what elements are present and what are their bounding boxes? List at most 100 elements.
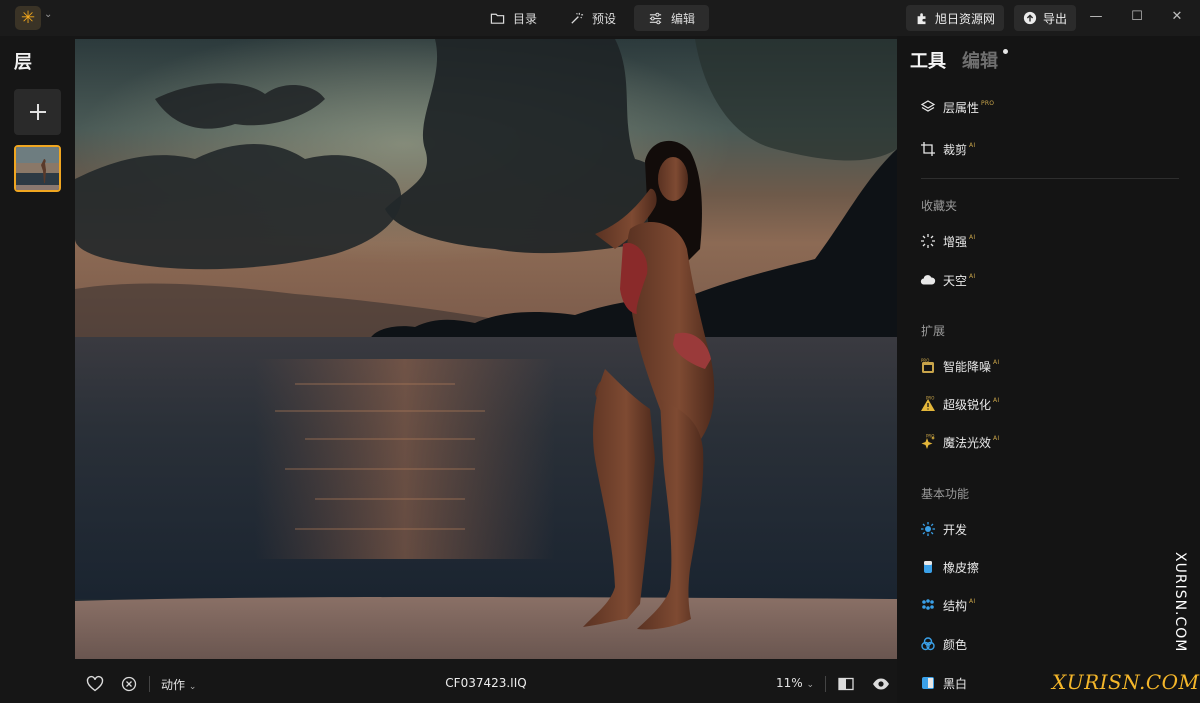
actions-label: 动作 <box>161 678 186 692</box>
tab-edit[interactable]: 编辑 <box>634 5 710 31</box>
puzzle-icon <box>917 13 926 25</box>
tool-sky-label: 天空 <box>943 273 968 288</box>
tab-catalog-label: 目录 <box>513 11 538 26</box>
eraser-icon <box>919 559 936 576</box>
tab-catalog[interactable]: 目录 <box>476 5 551 31</box>
magic-light-pro-icon: PRO <box>919 434 936 451</box>
denoise-pro-icon: PRO <box>919 358 936 375</box>
color-circles-icon <box>919 636 936 653</box>
tool-enhance-label: 增强 <box>943 234 968 249</box>
vertical-watermark: XURISN.COM <box>1172 552 1188 653</box>
tool-smart-denoise[interactable]: PRO 智能降噪 AI <box>919 355 1000 377</box>
ai-badge: AI <box>993 434 1000 442</box>
divider <box>921 178 1179 179</box>
ai-badge: AI <box>969 597 976 605</box>
tool-eraser[interactable]: 橡皮擦 <box>919 556 979 578</box>
sparkle-burst-icon <box>919 233 936 250</box>
export-button[interactable]: 导出 <box>1014 5 1077 31</box>
chevron-down-icon: ⌄ <box>188 682 197 692</box>
tool-color[interactable]: 颜色 <box>919 633 967 655</box>
black-white-icon <box>919 675 936 692</box>
chevron-down-icon[interactable]: ⌄ <box>44 9 52 20</box>
tool-color-label: 颜色 <box>943 637 968 652</box>
tool-develop[interactable]: 开发 <box>919 518 967 540</box>
compare-icon[interactable] <box>837 675 855 693</box>
svg-text:PRO: PRO <box>926 434 934 439</box>
plus-icon <box>29 104 46 120</box>
close-button[interactable]: ✕ <box>1165 7 1189 27</box>
maximize-button[interactable]: ☐ <box>1125 7 1149 27</box>
tab-edit-label: 编辑 <box>671 11 696 26</box>
zoom-dropdown[interactable]: 11% ⌄ <box>776 676 814 690</box>
tool-structure-label: 结构 <box>943 598 968 613</box>
layer-thumbnail-image <box>16 147 59 190</box>
heart-icon[interactable] <box>86 675 104 693</box>
sliders-icon <box>649 12 662 24</box>
tool-smart-denoise-label: 智能降噪 <box>943 359 992 374</box>
pro-badge: PRO <box>981 99 995 107</box>
site-watermark-logo: XURISN.COM <box>1052 670 1200 694</box>
tab-tools[interactable]: 工具 <box>910 47 946 73</box>
layers-icon <box>919 99 936 116</box>
brand-button[interactable]: 旭日资源网 <box>906 5 1005 31</box>
structure-dots-icon <box>919 597 936 614</box>
divider <box>149 676 150 692</box>
zoom-value: 11% <box>776 676 803 690</box>
tool-black-white[interactable]: 黑白 <box>919 672 967 694</box>
divider <box>825 676 826 692</box>
ai-badge: AI <box>969 233 976 241</box>
crop-icon <box>919 141 936 158</box>
ai-badge: AI <box>993 358 1000 366</box>
tool-super-sharpen[interactable]: PRO 超级锐化 AI <box>919 393 999 415</box>
tool-eraser-label: 橡皮擦 <box>943 560 980 575</box>
tool-black-white-label: 黑白 <box>943 676 968 691</box>
layers-title: 层 <box>14 52 32 73</box>
title-bar: ✳ ⌄ 目录 预设 编辑 旭日资源网 导出 — ☐ ✕ <box>0 0 1200 36</box>
sun-sparkle-icon[interactable]: ✳ <box>15 6 41 30</box>
tool-develop-label: 开发 <box>943 522 968 537</box>
basics-heading: 基本功能 <box>921 487 970 501</box>
tab-presets-label: 预设 <box>592 11 617 26</box>
tab-presets[interactable]: 预设 <box>555 5 630 31</box>
right-panel: 工具 编辑 层属性 PRO 裁剪 AI 收藏夹 增强 AI 天空 AI 扩展 P… <box>897 36 1200 703</box>
export-button-label: 导出 <box>1043 11 1068 26</box>
extensions-heading: 扩展 <box>921 324 946 338</box>
tab-edits[interactable]: 编辑 <box>962 47 998 73</box>
tool-layer-properties-label: 层属性 <box>943 100 980 115</box>
tool-crop[interactable]: 裁剪 AI <box>919 138 975 160</box>
upload-icon <box>1023 11 1037 25</box>
chevron-down-icon: ⌄ <box>806 680 815 690</box>
tool-layer-properties[interactable]: 层属性 PRO <box>919 96 994 118</box>
mode-tabs: 目录 预设 编辑 <box>476 5 710 31</box>
tool-magic-light-label: 魔法光效 <box>943 435 992 450</box>
svg-text:PRO: PRO <box>921 358 929 363</box>
bottom-bar: 动作 ⌄ CF037423.IIQ 11% ⌄ <box>75 664 897 703</box>
tool-sky[interactable]: 天空 AI <box>919 269 975 291</box>
tool-crop-label: 裁剪 <box>943 142 968 157</box>
reject-icon[interactable] <box>120 675 138 693</box>
sharpen-pro-icon: PRO <box>919 396 936 413</box>
layer-thumbnail[interactable] <box>14 145 61 192</box>
ai-badge: AI <box>993 396 1000 404</box>
add-layer-button[interactable] <box>14 89 61 135</box>
tool-structure[interactable]: 结构 AI <box>919 594 975 616</box>
actions-dropdown[interactable]: 动作 ⌄ <box>161 676 196 693</box>
favorites-heading: 收藏夹 <box>921 199 958 213</box>
eye-icon[interactable] <box>872 675 890 693</box>
tool-enhance[interactable]: 增强 AI <box>919 230 975 252</box>
photo-canvas[interactable] <box>75 39 897 659</box>
tool-magic-light[interactable]: PRO 魔法光效 AI <box>919 431 999 453</box>
cloud-icon <box>919 272 936 289</box>
ai-badge: AI <box>969 272 976 280</box>
brand-button-label: 旭日资源网 <box>935 11 996 26</box>
tool-super-sharpen-label: 超级锐化 <box>943 397 992 412</box>
magic-wand-icon <box>571 12 584 24</box>
minimize-button[interactable]: — <box>1084 7 1108 27</box>
edits-indicator-dot <box>1003 49 1008 54</box>
ai-badge: AI <box>969 141 976 149</box>
folder-icon <box>490 13 505 24</box>
photo-image <box>75 39 897 659</box>
filename: CF037423.IIQ <box>445 676 527 690</box>
svg-text:PRO: PRO <box>926 396 934 401</box>
develop-sun-icon <box>919 521 936 538</box>
